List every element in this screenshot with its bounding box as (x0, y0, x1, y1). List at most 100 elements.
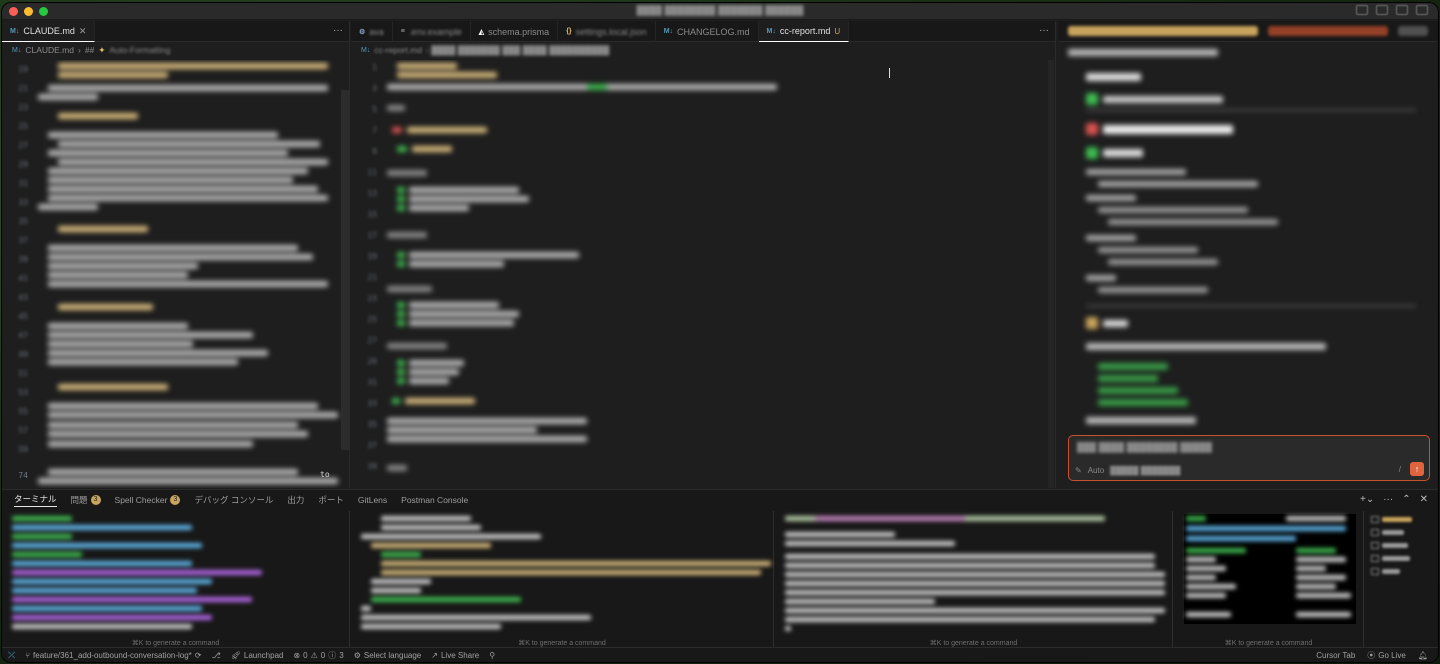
chat-tab-active[interactable] (1068, 26, 1258, 36)
breadcrumb-section-blurred[interactable]: › ████ ███████ ███ ████ ██████████ (426, 45, 609, 55)
arrow-up-icon: ↑ (1414, 464, 1420, 474)
generate-command-hint: ⌘K to generate a command (518, 640, 606, 647)
more-actions-icon[interactable]: ··· (333, 25, 343, 36)
remote-indicator-icon[interactable]: ⤫ (8, 650, 15, 661)
terminal-pane-2[interactable]: ⌘K to generate a command (351, 511, 774, 649)
tab-spell-checker[interactable]: Spell Checker 3 (115, 495, 181, 505)
git-graph-icon[interactable]: ⎇ (212, 651, 221, 660)
markdown-icon: M↓ (361, 46, 371, 54)
go-live-label: Go Live (1378, 650, 1406, 660)
new-terminal-icon[interactable]: +⌄ (1360, 494, 1374, 505)
code-editor-center[interactable]: 1 3 5 7 9 11 13 15 17 19 21 23 25 27 29 … (351, 60, 1055, 488)
scrollbar-center[interactable] (1048, 60, 1054, 488)
terminal-pane-1[interactable]: ⌘K to generate a command (2, 511, 350, 649)
tab-label: .env.example (408, 26, 462, 37)
launchpad-item[interactable]: 🚀︎ Launchpad (231, 651, 284, 660)
prisma-icon: ◭ (478, 28, 485, 36)
send-button[interactable]: ↑ (1410, 462, 1424, 476)
mode-selector[interactable]: Auto (1088, 466, 1104, 475)
chevron-right-icon: › (78, 45, 81, 55)
vscode-window: ████ ████████ ███████ ██████ M↓ CLAUDE.m… (2, 3, 1438, 662)
terminal-pane-4[interactable]: ⌘K to generate a command (1174, 511, 1364, 649)
window-title-blurred: ████ ████████ ███████ ██████ (636, 5, 804, 15)
warning-icon: ⚠ (310, 650, 318, 660)
untracked-status: U (834, 26, 841, 36)
select-language-label: Select language (363, 650, 422, 660)
tab-label: 問題 (70, 495, 88, 505)
tab-postman-console[interactable]: Postman Console (401, 495, 468, 505)
editor-tabs-center: ⚙ ava ≡ .env.example ◭ schema.prisma {} … (351, 21, 1055, 42)
tab-debug-console[interactable]: デバッグ コンソール (194, 494, 273, 506)
tab-output[interactable]: 出力 (287, 494, 304, 506)
blurred-code-lines-left (38, 60, 339, 488)
close-panel-icon[interactable]: ✕ (1420, 494, 1428, 505)
terminal-list-blurred[interactable] (1365, 511, 1438, 626)
chat-tabs (1058, 21, 1438, 42)
cursor-tab-item[interactable]: Cursor Tab (1316, 650, 1355, 661)
live-share-item[interactable]: ↗ Live Share (431, 651, 479, 660)
toggle-secondary-sidebar-icon[interactable] (1396, 5, 1408, 15)
tab-schema-prisma[interactable]: ◭ schema.prisma (471, 21, 559, 42)
panel-tabs: ターミナル 問題 3 Spell Checker 3 デバッグ コンソール 出力 ポ… (2, 490, 1438, 510)
scrollbar-left[interactable] (341, 90, 349, 450)
model-selector-blurred[interactable]: █████ ███████ (1110, 466, 1180, 475)
terminal-pane-3[interactable]: ⌘K to generate a command (775, 511, 1173, 649)
tab-cc-report-md[interactable]: M↓ cc-report.md U (758, 21, 850, 42)
tab-ports[interactable]: ポート (318, 494, 344, 506)
tab-claude-md[interactable]: M↓ CLAUDE.md ✕ (2, 21, 96, 42)
title-bar: ████ ████████ ███████ ██████ (2, 3, 1438, 20)
extension-icon[interactable]: ⚲ (489, 651, 495, 660)
info-icon: ⓘ (328, 650, 337, 660)
go-live-item[interactable]: ⦿ Go Live (1367, 650, 1406, 661)
chat-input-box[interactable]: ███ ████ ████████ █████ ✎ Auto █████ ███… (1068, 435, 1430, 481)
more-actions-icon[interactable]: ··· (1039, 25, 1049, 36)
toggle-panel-icon[interactable] (1376, 5, 1388, 15)
tab-changelog-md[interactable]: M↓ CHANGELOG.md (656, 21, 759, 42)
tab-label: ava (369, 26, 384, 37)
gear-icon: ⚙ (359, 28, 366, 36)
sync-icon[interactable]: ⟳ (195, 651, 202, 660)
tab-problems[interactable]: 問題 3 (71, 494, 101, 506)
chat-tab[interactable] (1268, 26, 1388, 36)
editor-group-left: M↓ CLAUDE.md ✕ ··· M↓ CLAUDE.md › ## ✦ A… (2, 21, 350, 488)
breadcrumb-heading-marker[interactable]: ## (85, 45, 94, 55)
terminal-output-blurred (1186, 514, 1354, 631)
chat-tab-actions[interactable] (1398, 26, 1428, 36)
notifications-bell-icon[interactable]: 🔔︎ (1418, 650, 1428, 661)
more-actions-icon[interactable]: ··· (1383, 494, 1393, 505)
pencil-icon[interactable]: ✎ (1075, 466, 1082, 475)
terminal-output-blurred (785, 514, 1165, 631)
tab-env-example[interactable]: ≡ .env.example (393, 21, 471, 42)
close-icon[interactable]: ✕ (79, 26, 87, 37)
line-number-current: 74 (18, 471, 28, 480)
customize-layout-icon[interactable] (1416, 5, 1428, 15)
breadcrumb-file[interactable]: cc-report.md (374, 45, 422, 55)
generate-command-hint: ⌘K to generate a command (131, 640, 220, 647)
code-editor-left[interactable]: 19 21 23 25 27 29 31 33 35 37 39 41 43 4… (2, 60, 349, 488)
breadcrumb-section[interactable]: Auto-Formatting (109, 45, 170, 55)
launchpad-label: Launchpad (243, 650, 284, 660)
breadcrumb-file[interactable]: CLAUDE.md (25, 45, 74, 55)
maximize-panel-icon[interactable]: ⌃ (1402, 494, 1410, 505)
terminal-output-blurred (12, 514, 341, 631)
tab-label: settings.local.json (575, 26, 647, 37)
breadcrumb: M↓ cc-report.md › ████ ███████ ███ ████ … (351, 42, 1055, 58)
line-number-gutter: 1 3 5 7 9 11 13 15 17 19 21 23 25 27 29 … (367, 63, 377, 471)
tab-gitlens[interactable]: GitLens (358, 495, 387, 505)
sparkle-icon: ✦ (98, 44, 106, 55)
git-branch[interactable]: ⑂ feature/361_add-outbound-conversation-… (25, 651, 201, 660)
tab-ava[interactable]: ⚙ ava (351, 21, 393, 42)
toggle-sidebar-icon[interactable] (1356, 5, 1368, 15)
select-language-item[interactable]: ⚙ Select language (354, 651, 422, 660)
generate-command-hint: ⌘K to generate a command (1224, 640, 1313, 647)
tab-settings-local-json[interactable]: {} settings.local.json (558, 21, 656, 42)
rocket-icon: 🚀︎ (230, 650, 241, 660)
problems-count-badge: 3 (90, 495, 101, 505)
problems-summary[interactable]: ⊗ 0 ⚠ 0 ⓘ 3 (293, 650, 343, 661)
tab-label: ターミナル (14, 494, 57, 504)
tab-label: cc-report.md (779, 26, 831, 36)
tab-label: CHANGELOG.md (677, 26, 750, 37)
panel-actions: +⌄ ··· ⌃ ✕ (1360, 494, 1428, 505)
warning-count: 0 (320, 650, 326, 660)
tab-terminal[interactable]: ターミナル (14, 493, 57, 507)
